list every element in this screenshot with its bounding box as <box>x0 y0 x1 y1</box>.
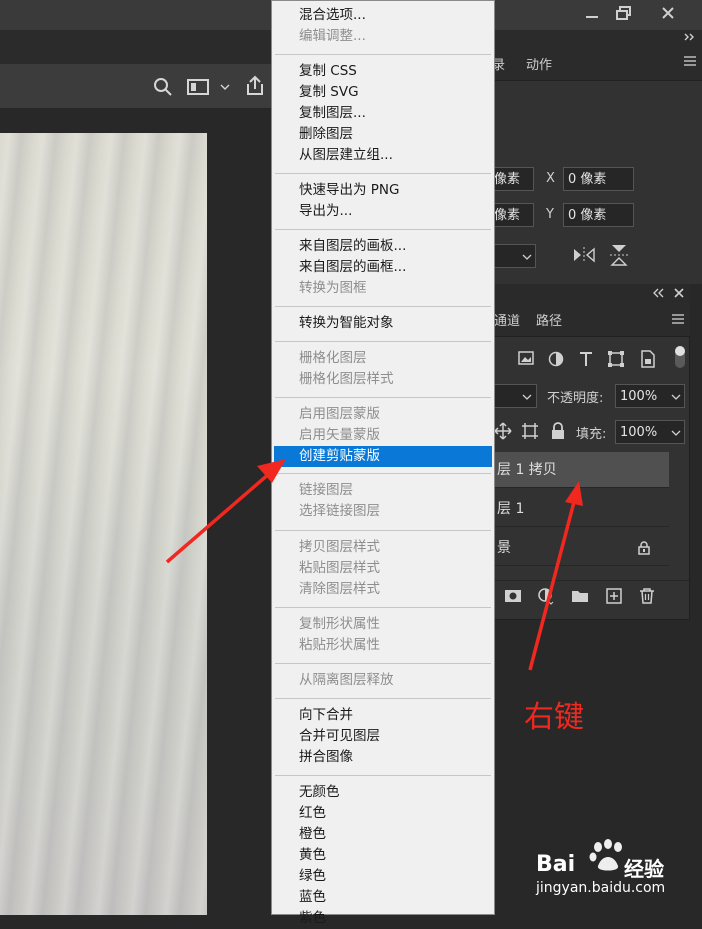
arrow-to-layer <box>528 481 583 671</box>
watermark-brand-left: Bai <box>536 852 576 877</box>
annotation-right-click-label: 右键 <box>524 700 584 735</box>
annotation-arrows <box>165 459 583 671</box>
watermark-brand-right: 经验 <box>624 857 664 881</box>
watermark: Bai 经验 jingyan.baidu.com <box>532 836 672 906</box>
arrow-to-menu-item <box>165 459 286 564</box>
watermark-url: jingyan.baidu.com <box>536 880 666 896</box>
